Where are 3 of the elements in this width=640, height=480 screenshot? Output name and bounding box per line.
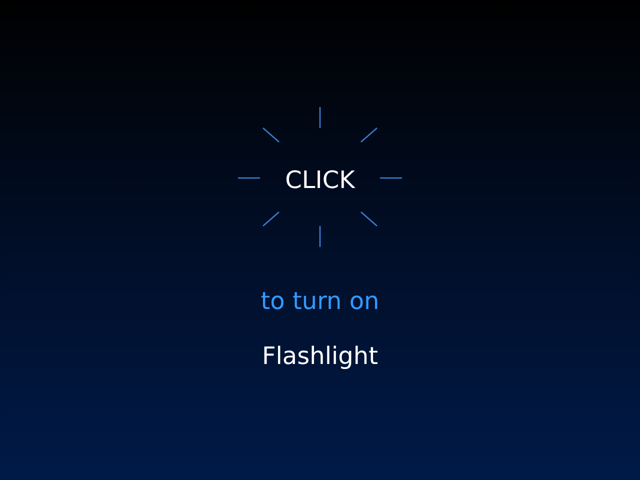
subtitle: to turn on [260, 286, 380, 316]
click-button[interactable]: CLICK [281, 164, 359, 196]
title: Flashlight [262, 341, 378, 371]
